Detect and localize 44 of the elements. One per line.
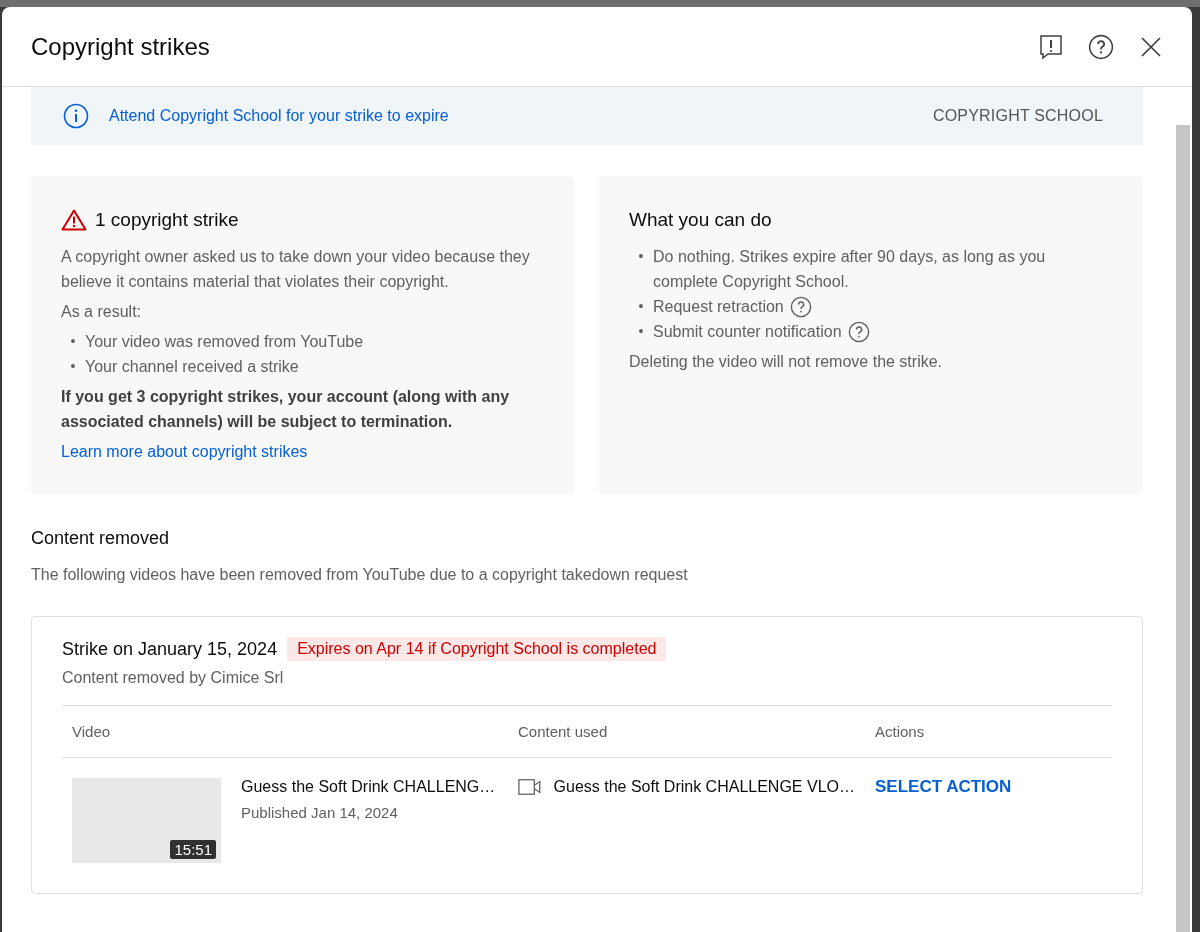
help-icon: [1088, 33, 1114, 60]
expiry-badge: Expires on Apr 14 if Copyright School is completed: [287, 637, 667, 661]
feedback-button[interactable]: [1038, 33, 1064, 60]
close-icon: [1141, 36, 1161, 57]
feedback-icon: [1039, 33, 1063, 60]
removed-by-text: Content removed by Cimice Srl: [62, 669, 285, 687]
warning-icon: [61, 209, 87, 231]
option-text: Submit counter notification: [653, 322, 842, 342]
section-title: Content removed: [31, 528, 171, 549]
section-description: The following videos have been removed from YouTube due to a copyright takedown request: [31, 566, 689, 584]
column-header: Content used: [508, 705, 865, 758]
strike-title: Strike on January 15, 2024: [62, 638, 278, 660]
result-label: As a result:: [61, 302, 143, 322]
info-icon: [63, 103, 89, 129]
banner-message: Attend Copyright School for your strike to expire: [109, 107, 450, 125]
card-title: What you can do: [629, 208, 772, 232]
help-icon[interactable]: [847, 320, 870, 343]
select-action-button[interactable]: SELECT ACTION: [875, 777, 1012, 797]
video-title[interactable]: Guess the Soft Drink CHALLENG…: [241, 778, 496, 796]
bullet: •: [69, 357, 77, 376]
help-icon[interactable]: [789, 295, 812, 318]
bullet: •: [69, 332, 77, 351]
option-text: Do nothing. Strikes expire after 90 days, as long as you complete Copyright School.: [653, 247, 1047, 292]
publish-date: Published Jan 14, 2024: [241, 804, 399, 821]
card-title: 1 copyright strike: [95, 208, 239, 232]
scrollbar-thumb[interactable]: [1176, 125, 1190, 932]
column-header: Actions: [865, 705, 1112, 758]
help-button[interactable]: [1088, 33, 1114, 60]
card-description: A copyright owner asked us to take down your video because they believe it contains material that violates their copyright.: [61, 247, 531, 292]
video-duration: 15:51: [170, 840, 216, 859]
dialog-title: Copyright strikes: [31, 32, 211, 61]
video-camera-icon: [518, 778, 542, 796]
option-text: Request retraction: [653, 297, 784, 317]
content-used-title: Guess the Soft Drink CHALLENGE VLO…: [553, 778, 855, 796]
bullet: •: [637, 322, 645, 341]
termination-warning: If you get 3 copyright strikes, your account (along with any associated channels) will be subject to termination.: [61, 387, 511, 432]
copyright-school-button[interactable]: COPYRIGHT SCHOOL: [932, 99, 1103, 133]
result-item: Your video was removed from YouTube: [85, 332, 364, 352]
card-note: Deleting the video will not remove the strike.: [629, 352, 944, 372]
bullet: •: [637, 297, 645, 316]
bullet: •: [637, 247, 645, 266]
column-header: Video: [62, 705, 508, 758]
result-item: Your channel received a strike: [85, 357, 299, 377]
learn-more-link[interactable]: Learn more about copyright strikes: [61, 443, 308, 460]
